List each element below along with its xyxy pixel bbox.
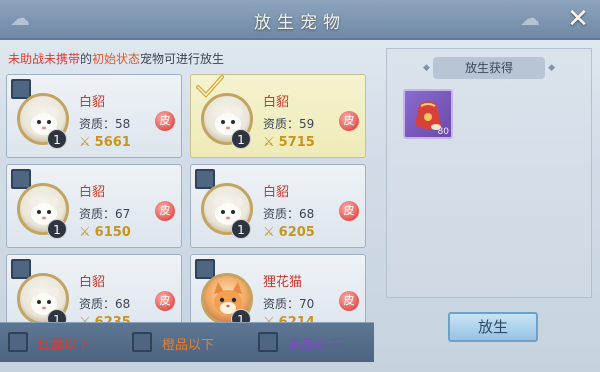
aptitude-value: 59	[299, 117, 315, 131]
crossed-swords-icon: ⚔	[263, 225, 275, 240]
pet-aptitude: 资质：58	[79, 115, 130, 132]
power-value: 6150	[94, 225, 131, 240]
item-count: 80	[437, 127, 449, 137]
pet-card[interactable]: 1 白貂 资质：58 ⚔ 5661 皮	[6, 74, 182, 158]
crossed-swords-icon: ⚔	[79, 135, 91, 150]
release-hint: 未助战未携带的初始状态宠物可进行放生	[8, 50, 224, 67]
skin-badge[interactable]: 皮	[155, 201, 175, 221]
pet-level-badge: 1	[47, 129, 67, 149]
pet-card[interactable]: 1 白貂 资质：67 ⚔ 6150 皮	[6, 164, 182, 248]
title-bar: ☁ 放生宠物 ☁ ✕	[0, 0, 600, 40]
pet-card[interactable]: 1 白貂 资质：68 ⚔ 6205 皮	[190, 164, 366, 248]
pet-aptitude: 资质：68	[263, 205, 314, 222]
pet-power: ⚔ 6150	[79, 225, 131, 240]
release-pet-window: ☁ 放生宠物 ☁ ✕ 未助战未携带的初始状态宠物可进行放生 1 白貂 资质：58…	[0, 0, 600, 372]
aptitude-label: 资质：	[263, 117, 300, 131]
power-value: 5661	[94, 135, 131, 150]
filter-label: 紫品以下	[288, 338, 341, 353]
aptitude-value: 67	[115, 207, 131, 221]
crossed-swords-icon: ⚔	[263, 135, 275, 150]
pet-power: ⚔ 5715	[263, 135, 315, 150]
pet-select-checkbox[interactable]	[11, 259, 31, 279]
pet-aptitude: 资质：68	[79, 295, 130, 312]
reward-panel: 放生获得 80	[386, 48, 592, 298]
close-icon[interactable]: ✕	[564, 5, 592, 33]
pet-select-checkbox[interactable]	[11, 169, 31, 189]
pet-name: 白貂	[263, 185, 290, 200]
pet-select-checkbox[interactable]	[195, 75, 224, 99]
pet-power: ⚔ 6205	[263, 225, 315, 240]
aptitude-label: 资质：	[79, 117, 116, 131]
pet-aptitude: 资质：67	[79, 205, 130, 222]
aptitude-label: 资质：	[263, 207, 300, 221]
filter-checkbox[interactable]	[132, 332, 152, 352]
pet-name: 白貂	[79, 275, 106, 290]
pet-name: 白貂	[79, 185, 106, 200]
pet-level-badge: 1	[231, 129, 251, 149]
pet-aptitude: 资质：70	[263, 295, 314, 312]
aptitude-label: 资质：	[79, 207, 116, 221]
filter-label: 橙品以下	[162, 338, 215, 353]
pet-level-badge: 1	[47, 219, 67, 239]
reward-title: 放生获得	[423, 57, 555, 79]
hint-condition-2: 初始状态	[92, 52, 141, 66]
skin-badge[interactable]: 皮	[339, 111, 359, 131]
aptitude-value: 70	[299, 297, 315, 311]
pet-select-checkbox[interactable]	[195, 169, 215, 189]
skin-badge[interactable]: 皮	[339, 201, 359, 221]
crossed-swords-icon: ⚔	[79, 225, 91, 240]
aptitude-label: 资质：	[263, 297, 300, 311]
release-button[interactable]: 放生	[448, 312, 538, 342]
pet-select-checkbox[interactable]	[195, 259, 215, 279]
filter-label: 红品以下	[38, 338, 91, 353]
aptitude-value: 68	[299, 207, 315, 221]
power-value: 5715	[278, 135, 315, 150]
hint-text-tail: 宠物可进行放生	[140, 52, 225, 66]
power-value: 6205	[278, 225, 315, 240]
aptitude-value: 68	[115, 297, 131, 311]
pet-name: 狸花猫	[263, 275, 303, 290]
quality-filter-bar: 红品以下 橙品以下 紫品以下	[0, 322, 374, 362]
pet-level-badge: 1	[231, 219, 251, 239]
hint-text: 的	[80, 52, 93, 66]
skin-badge[interactable]: 皮	[155, 111, 175, 131]
pet-power: ⚔ 5661	[79, 135, 131, 150]
filter-checkbox[interactable]	[8, 332, 28, 352]
skin-badge[interactable]: 皮	[339, 291, 359, 311]
red-pouch-icon[interactable]: 80	[403, 89, 453, 139]
pet-name: 白貂	[263, 95, 290, 110]
pet-name: 白貂	[79, 95, 106, 110]
pet-select-checkbox[interactable]	[11, 79, 31, 99]
hint-condition-1: 未助战未携带	[8, 52, 81, 66]
pet-card-selected[interactable]: 1 白貂 资质：59 ⚔ 5715 皮	[190, 74, 366, 158]
cloud-decoration-icon: ☁	[520, 6, 540, 30]
pet-aptitude: 资质：59	[263, 115, 314, 132]
aptitude-label: 资质：	[79, 297, 116, 311]
aptitude-value: 58	[115, 117, 131, 131]
skin-badge[interactable]: 皮	[155, 291, 175, 311]
filter-checkbox[interactable]	[258, 332, 278, 352]
